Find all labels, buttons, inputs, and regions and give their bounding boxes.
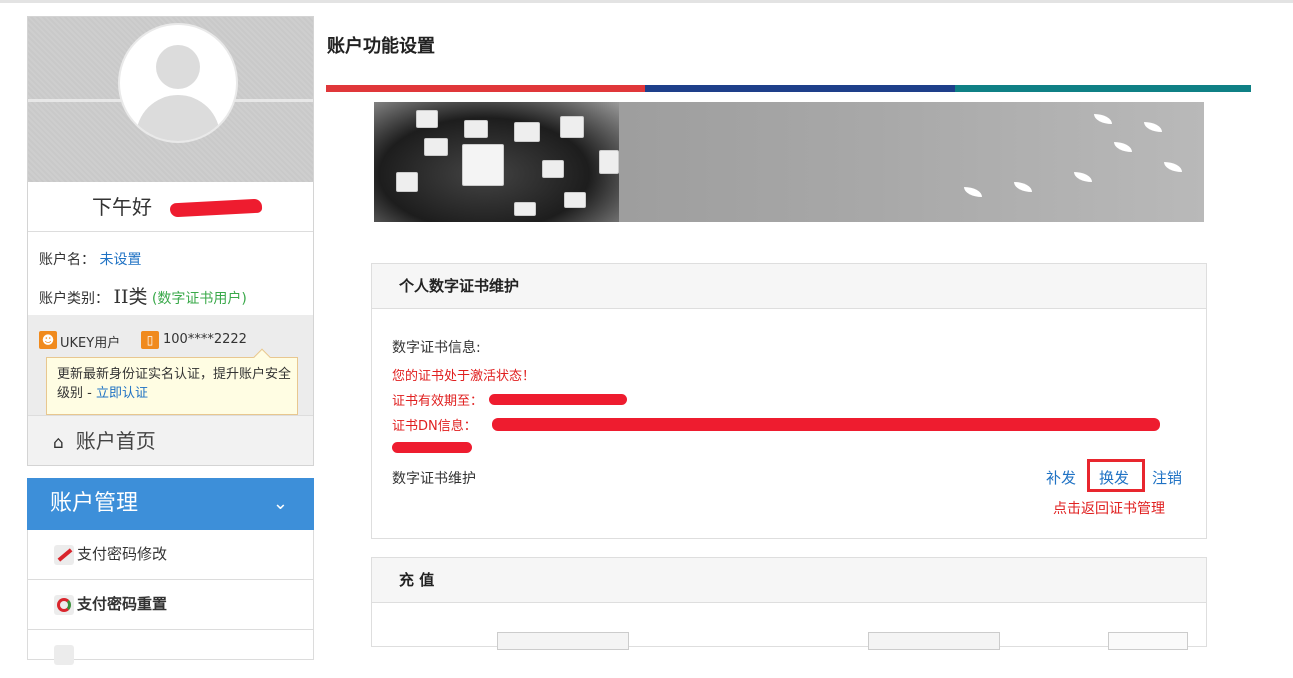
ukey-label: UKEY用户 (60, 336, 121, 351)
avatar (118, 23, 238, 143)
cert-expiry-label: 证书有效期至： (392, 394, 484, 409)
nav-account-home-label: 账户首页 (75, 429, 156, 453)
profile-card: 下午好 账户名： 未设置 账户类别： II类 (数字证书用户) ☻ UKEY用户… (27, 16, 314, 466)
menu-icon (54, 644, 74, 665)
user-icon: ☻ (39, 331, 57, 349)
account-name-value[interactable]: 未设置 (99, 252, 141, 268)
account-management-label: 账户管理 (50, 491, 139, 516)
verify-now-link[interactable]: 立即认证 (96, 386, 148, 401)
redacted-dn-1 (492, 418, 1160, 431)
account-type-row: 账户类别： II类 (数字证书用户) (39, 282, 247, 309)
title-color-bar (326, 85, 1251, 92)
avatar-body-icon (136, 95, 220, 141)
revoke-link[interactable]: 注销 (1152, 467, 1182, 488)
menu-pay-password-reset-label: 支付密码重置 (77, 595, 168, 613)
redacted-dn-2 (392, 442, 472, 453)
refresh-icon (54, 594, 74, 615)
avatar-head-icon (156, 45, 200, 89)
chevron-down-icon: ⌄ (272, 493, 288, 514)
recharge-input-1[interactable] (497, 632, 629, 650)
account-type-label: 账户类别： (39, 291, 109, 307)
account-name-row: 账户名： 未设置 (39, 249, 141, 269)
cert-dn-label: 证书DN信息： (392, 419, 477, 434)
account-name-label: 账户名： (39, 252, 95, 268)
menu-pay-password-reset[interactable]: 支付密码重置 (27, 580, 314, 630)
verify-tooltip: 更新最新身份证实名认证，提升账户安全级别 - 立即认证 (46, 348, 298, 415)
menu-pay-password-change[interactable]: 支付密码修改 (27, 530, 314, 580)
nav-account-home[interactable]: ⌂ 账户首页 (28, 415, 313, 465)
tooltip-text: 更新最新身份证实名认证，提升账户安全级别 - (57, 367, 292, 401)
recharge-input-2[interactable] (868, 632, 1000, 650)
menu-item-partial[interactable] (27, 630, 314, 665)
top-border (0, 0, 1293, 3)
cert-panel-title: 个人数字证书维护 (372, 264, 1206, 309)
banner-image (374, 102, 1204, 222)
cert-status: 您的证书处于激活状态！ (392, 369, 536, 384)
cert-maintenance-panel: 个人数字证书维护 数字证书信息: 您的证书处于激活状态！ 证书有效期至： 证书D… (371, 263, 1207, 539)
menu-pay-password-change-label: 支付密码修改 (77, 545, 168, 563)
recharge-submit-button[interactable] (1108, 632, 1188, 650)
sidebar: 下午好 账户名： 未设置 账户类别： II类 (数字证书用户) ☻ UKEY用户… (27, 16, 314, 665)
account-type-value: II类 (113, 286, 148, 308)
renew-highlight-box (1087, 459, 1145, 492)
phone-icon: ▯ (141, 331, 159, 349)
redacted-expiry (489, 394, 627, 405)
home-icon: ⌂ (53, 433, 64, 453)
reissue-link[interactable]: 补发 (1046, 467, 1076, 488)
account-type-note: (数字证书用户) (151, 291, 247, 307)
pencil-icon (54, 544, 74, 565)
account-management-header[interactable]: 账户管理 ⌄ (27, 478, 314, 530)
recharge-panel-title: 充 值 (372, 558, 1206, 603)
cert-maintenance-label: 数字证书维护 (392, 471, 476, 487)
cert-info-label: 数字证书信息: (392, 340, 481, 356)
page-title: 账户功能设置 (327, 36, 435, 57)
back-to-cert-mgmt-link[interactable]: 点击返回证书管理 (1053, 498, 1165, 518)
phone-number: 100****2222 (163, 332, 247, 347)
avatar-background (28, 17, 313, 182)
